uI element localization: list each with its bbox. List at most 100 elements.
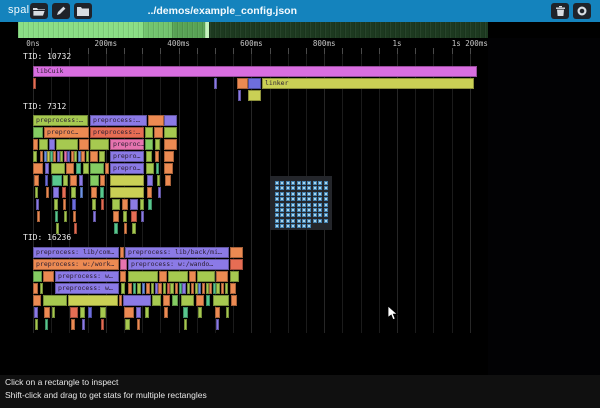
flame-bar[interactable] xyxy=(146,151,152,162)
flame-bar[interactable] xyxy=(105,163,109,174)
flame-bar[interactable] xyxy=(56,139,78,150)
flame-bar[interactable] xyxy=(164,163,173,174)
flame-bar[interactable] xyxy=(70,307,78,318)
flame-bar[interactable] xyxy=(215,307,220,318)
flame-bar[interactable] xyxy=(146,163,154,174)
flame-bar[interactable] xyxy=(155,151,159,162)
flame-bar[interactable] xyxy=(73,211,76,222)
flame-bar[interactable] xyxy=(120,271,126,282)
flame-bar[interactable] xyxy=(76,163,81,174)
flame-bar[interactable] xyxy=(137,283,141,294)
flame-bar[interactable] xyxy=(137,319,140,330)
flame-bar[interactable] xyxy=(128,283,132,294)
flame-bar[interactable] xyxy=(67,151,70,162)
flame-bar[interactable] xyxy=(99,151,105,162)
flame-bar[interactable] xyxy=(33,127,43,138)
flame-bar[interactable] xyxy=(92,199,96,210)
flame-bar[interactable] xyxy=(120,247,124,258)
flame-bar[interactable] xyxy=(231,295,237,306)
flame-bar[interactable] xyxy=(35,319,38,330)
flame-bar[interactable] xyxy=(71,319,75,330)
flame-bar[interactable] xyxy=(133,283,136,294)
flame-bar[interactable] xyxy=(164,151,174,162)
flame-bar[interactable] xyxy=(187,283,190,294)
flame-bar[interactable] xyxy=(90,139,109,150)
flame-bar[interactable] xyxy=(119,295,122,306)
flame-bar[interactable] xyxy=(90,151,98,162)
flame-bar[interactable] xyxy=(146,283,150,294)
flame-bar[interactable] xyxy=(37,211,40,222)
flame-bar[interactable] xyxy=(216,271,228,282)
flame-bar[interactable] xyxy=(148,115,164,126)
flame-bar[interactable]: linker xyxy=(262,78,474,89)
flame-bar[interactable] xyxy=(39,139,48,150)
flame-bar[interactable] xyxy=(72,199,76,210)
flame-bar[interactable]: preprocess:… xyxy=(33,115,88,126)
flame-bar[interactable] xyxy=(147,175,153,186)
flame-bar[interactable] xyxy=(74,151,77,162)
flame-bar[interactable] xyxy=(181,295,194,306)
flame-bar[interactable] xyxy=(164,115,177,126)
flame-bar[interactable] xyxy=(86,151,89,162)
flame-bar[interactable] xyxy=(196,295,204,306)
flame-bar[interactable] xyxy=(123,295,151,306)
flame-bar[interactable] xyxy=(191,283,194,294)
flame-bar[interactable] xyxy=(172,295,178,306)
flame-bar[interactable] xyxy=(130,199,138,210)
flame-bar[interactable] xyxy=(165,175,171,186)
flame-bar[interactable]: preprocess:… xyxy=(90,127,144,138)
flame-bar[interactable] xyxy=(34,307,38,318)
flame-bar[interactable] xyxy=(197,271,215,282)
flame-bar[interactable] xyxy=(113,211,119,222)
flame-bar[interactable] xyxy=(202,283,205,294)
flame-bar[interactable]: preprocess: w… xyxy=(55,271,119,282)
flame-bar[interactable] xyxy=(54,199,58,210)
flame-bar[interactable] xyxy=(34,175,39,186)
flame-bar[interactable] xyxy=(71,187,76,198)
flame-bar[interactable] xyxy=(189,271,196,282)
flame-bar[interactable] xyxy=(152,295,161,306)
flame-bar[interactable] xyxy=(163,295,170,306)
flame-bar[interactable] xyxy=(230,247,243,258)
flame-bar[interactable] xyxy=(159,271,167,282)
flame-bar[interactable] xyxy=(53,151,56,162)
flame-bar[interactable] xyxy=(221,283,224,294)
flame-bar[interactable] xyxy=(147,187,152,198)
flame-bar[interactable] xyxy=(120,259,127,270)
flame-bar[interactable] xyxy=(101,319,104,330)
flame-bar[interactable] xyxy=(79,139,89,150)
flame-bar[interactable] xyxy=(164,127,177,138)
flame-bar[interactable] xyxy=(154,127,163,138)
flame-bar[interactable] xyxy=(62,187,66,198)
flame-bar[interactable] xyxy=(70,175,77,186)
flame-bar[interactable] xyxy=(238,90,241,101)
flame-bar[interactable]: preprocess:… xyxy=(90,115,147,126)
flame-bar[interactable] xyxy=(142,283,145,294)
flame-bar[interactable] xyxy=(206,295,210,306)
flame-bar[interactable]: preprocess: lib/com… xyxy=(33,247,119,258)
flame-bar[interactable]: preprocess: lib/back/mi… xyxy=(125,247,229,258)
flame-bar[interactable] xyxy=(35,187,38,198)
flame-bar[interactable]: prepro… xyxy=(110,151,144,162)
flame-bar[interactable] xyxy=(124,223,127,234)
flame-bar[interactable] xyxy=(158,187,161,198)
flame-bar[interactable] xyxy=(100,307,106,318)
flame-bar[interactable] xyxy=(43,295,67,306)
flame-bar[interactable] xyxy=(33,271,42,282)
flame-bar[interactable] xyxy=(198,283,201,294)
flame-bar[interactable] xyxy=(216,319,219,330)
flame-bar[interactable] xyxy=(40,283,43,294)
flame-bar[interactable] xyxy=(45,175,48,186)
flame-bar[interactable] xyxy=(155,139,160,150)
flame-bar[interactable] xyxy=(184,319,187,330)
flame-bar[interactable] xyxy=(110,187,144,198)
flame-bar[interactable] xyxy=(52,307,55,318)
flame-bar[interactable] xyxy=(182,283,186,294)
flame-bar[interactable] xyxy=(33,163,43,174)
flame-bar[interactable] xyxy=(60,151,63,162)
flame-bar[interactable] xyxy=(230,259,243,270)
flame-bar[interactable] xyxy=(123,211,127,222)
flame-bar[interactable] xyxy=(132,223,136,234)
flame-bar[interactable] xyxy=(114,223,118,234)
flame-bar[interactable] xyxy=(74,223,77,234)
